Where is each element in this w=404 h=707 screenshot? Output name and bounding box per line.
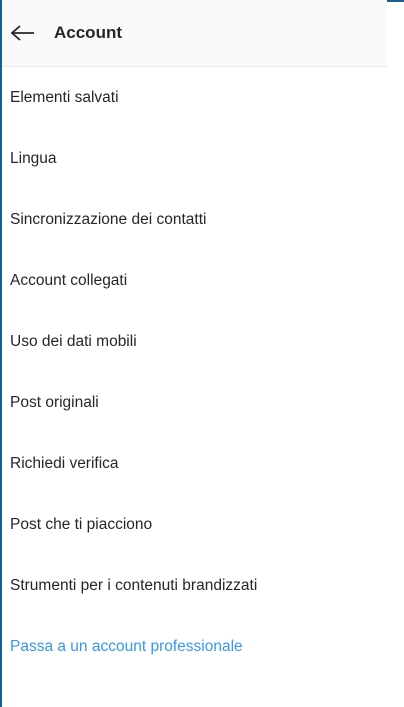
menu-item-original-posts[interactable]: Post originali bbox=[2, 372, 387, 433]
menu-item-liked-posts[interactable]: Post che ti piacciono bbox=[2, 494, 387, 555]
menu-item-branded-content-tools[interactable]: Strumenti per i contenuti brandizzati bbox=[2, 555, 387, 616]
menu-item-linked-accounts[interactable]: Account collegati bbox=[2, 250, 387, 311]
menu-item-request-verification[interactable]: Richiedi verifica bbox=[2, 433, 387, 494]
menu-item-mobile-data-use[interactable]: Uso dei dati mobili bbox=[2, 311, 387, 372]
menu-item-contacts-sync[interactable]: Sincronizzazione dei contatti bbox=[2, 189, 387, 250]
arrow-left-icon bbox=[11, 25, 34, 41]
menu-item-saved[interactable]: Elementi salvati bbox=[2, 67, 387, 128]
back-button[interactable] bbox=[8, 18, 38, 48]
menu-item-language[interactable]: Lingua bbox=[2, 128, 387, 189]
page-title: Account bbox=[54, 23, 122, 42]
header-bar: Account bbox=[2, 0, 387, 67]
account-settings-screen: Account Elementi salvati Lingua Sincroni… bbox=[2, 0, 387, 707]
top-right-line bbox=[384, 0, 404, 2]
switch-to-professional-link[interactable]: Passa a un account professionale bbox=[2, 616, 387, 677]
account-menu: Elementi salvati Lingua Sincronizzazione… bbox=[2, 67, 387, 677]
